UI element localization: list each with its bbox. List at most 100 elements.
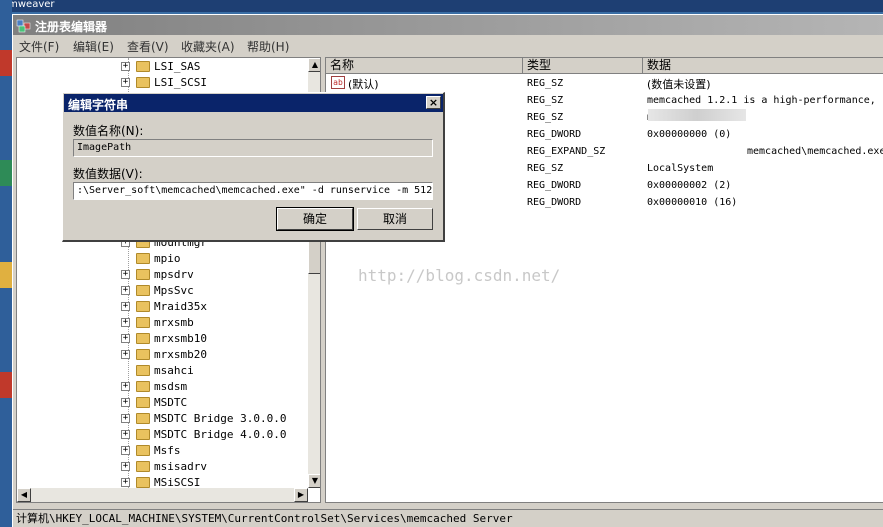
expand-icon[interactable]: + [121, 318, 130, 327]
string-value-icon: ab [331, 76, 345, 89]
list-header: 名称 类型 数据 [326, 58, 883, 74]
desktop-app-icon[interactable] [0, 372, 12, 398]
column-header-name[interactable]: 名称 [326, 58, 523, 74]
tree-item[interactable]: + LSI_SAS [17, 59, 307, 75]
folder-icon [136, 413, 150, 424]
scroll-up-button[interactable]: ▲ [308, 58, 320, 72]
expand-icon[interactable]: + [121, 430, 130, 439]
tree-item[interactable]: + msisadrv [17, 459, 307, 475]
tree-item-label: mpsdrv [154, 268, 194, 281]
tree-item-label: MSDTC Bridge 4.0.0.0 [154, 428, 287, 441]
tree-item[interactable]: + mrxsmb10 [17, 331, 307, 347]
expand-icon[interactable]: + [121, 382, 130, 391]
menu-favorites[interactable]: 收藏夹(A) [181, 38, 235, 55]
tree-item-label: Msfs [154, 444, 181, 457]
value-name-field: ImagePath [73, 139, 433, 157]
tree-item[interactable]: + Mraid35x [17, 299, 307, 315]
tree-item-label: MSDTC [154, 396, 188, 409]
redacted-region [648, 109, 746, 121]
value-type: REG_SZ [527, 95, 564, 106]
dialog-title: 编辑字符串 [68, 98, 129, 112]
watermark: http://blog.csdn.net/ [358, 266, 561, 285]
menu-edit[interactable]: 编辑(E) [73, 38, 114, 55]
tree-item[interactable]: + MpsSvc [17, 283, 307, 299]
value-type: REG_DWORD [527, 197, 582, 208]
tree-item-label: MSDTC Bridge 3.0.0.0 [154, 412, 287, 425]
list-row[interactable]: ab (默认) REG_SZ (数值未设置) [326, 75, 883, 92]
value-data: memcached 1.2.1 is a high-performance, [647, 95, 876, 106]
tree-item-label: Mraid35x [154, 300, 207, 313]
expand-icon[interactable]: + [121, 478, 130, 487]
tree-item-label: msdsm [154, 380, 188, 393]
dialog-titlebar[interactable]: 编辑字符串 × [64, 94, 443, 112]
folder-icon [136, 317, 150, 328]
expand-icon[interactable]: + [121, 446, 130, 455]
tree-item[interactable]: + MSDTC Bridge 4.0.0.0 [17, 427, 307, 443]
tree-item[interactable]: + mrxsmb [17, 315, 307, 331]
tree-item-label: MpsSvc [154, 284, 194, 297]
value-data: memcached\memcached.exe [747, 146, 883, 157]
folder-icon [136, 349, 150, 360]
menubar: 文件(F) 编辑(E) 查看(V) 收藏夹(A) 帮助(H) [13, 36, 883, 55]
registry-editor-window: 注册表编辑器 文件(F) 编辑(E) 查看(V) 收藏夹(A) 帮助(H) + L… [12, 14, 883, 527]
value-data-input[interactable]: :\Server_soft\memcached\memcached.exe" -… [73, 182, 433, 200]
folder-icon [136, 61, 150, 72]
tree-item[interactable]: + LSI_SCSI [17, 75, 307, 91]
expand-icon[interactable]: + [121, 414, 130, 423]
folder-icon [136, 461, 150, 472]
menu-help[interactable]: 帮助(H) [247, 38, 289, 55]
desktop-chrome-icon[interactable] [0, 160, 12, 186]
value-data: LocalSystem [647, 163, 714, 174]
close-button[interactable]: × [426, 96, 441, 109]
expand-icon[interactable]: + [121, 302, 130, 311]
window-titlebar[interactable]: 注册表编辑器 [13, 15, 883, 35]
desktop-folder-icon[interactable] [0, 262, 12, 288]
column-header-data[interactable]: 数据 [643, 58, 883, 74]
folder-icon [136, 429, 150, 440]
desktop-top-bar: amweaver [0, 0, 883, 12]
tree-item[interactable]: + mpsdrv [17, 267, 307, 283]
folder-icon [136, 477, 150, 488]
tree-item[interactable]: + msdsm [17, 379, 307, 395]
menu-file[interactable]: 文件(F) [19, 38, 59, 55]
value-type: REG_SZ [527, 112, 564, 123]
tree-item[interactable]: + mrxsmb20 [17, 347, 307, 363]
menu-view[interactable]: 查看(V) [127, 38, 169, 55]
value-data: 0x00000010 (16) [647, 197, 738, 208]
tree-item[interactable]: msahci [17, 363, 307, 379]
desktop-app-icon[interactable] [0, 50, 12, 76]
folder-icon [136, 269, 150, 280]
expand-icon[interactable]: + [121, 270, 130, 279]
tree-item-label: mpio [154, 252, 181, 265]
cancel-button[interactable]: 取消 [357, 208, 433, 230]
regedit-icon [16, 19, 31, 33]
value-data: 0x00000002 (2) [647, 180, 732, 191]
status-bar: 计算机\HKEY_LOCAL_MACHINE\SYSTEM\CurrentCon… [13, 509, 883, 527]
expand-icon[interactable]: + [121, 398, 130, 407]
expand-icon[interactable]: + [121, 334, 130, 343]
tree-item[interactable]: + Msfs [17, 443, 307, 459]
folder-icon [136, 301, 150, 312]
expand-icon[interactable]: + [121, 62, 130, 71]
tree-item-label: msahci [154, 364, 194, 377]
folder-icon [136, 333, 150, 344]
scroll-right-button[interactable]: ▶ [294, 488, 308, 502]
value-name-label: 数值名称(N): [73, 124, 144, 138]
tree-item-label: mrxsmb10 [154, 332, 207, 345]
folder-icon [136, 397, 150, 408]
scroll-down-button[interactable]: ▼ [308, 474, 320, 488]
tree-item[interactable]: + MSDTC [17, 395, 307, 411]
tree-horizontal-scrollbar[interactable]: ◀ ▶ [17, 488, 308, 502]
expand-icon[interactable]: + [121, 462, 130, 471]
expand-icon[interactable]: + [121, 78, 130, 87]
column-header-type[interactable]: 类型 [523, 58, 643, 74]
expand-icon[interactable]: + [121, 286, 130, 295]
tree-item[interactable]: mpio [17, 251, 307, 267]
ok-button[interactable]: 确定 [276, 207, 354, 231]
tree-item[interactable]: + MSDTC Bridge 3.0.0.0 [17, 411, 307, 427]
expand-icon[interactable]: + [121, 350, 130, 359]
tree-item-label: mrxsmb20 [154, 348, 207, 361]
desktop-strip [0, 0, 12, 527]
scroll-left-button[interactable]: ◀ [17, 488, 31, 502]
tree-item-label: mrxsmb [154, 316, 194, 329]
